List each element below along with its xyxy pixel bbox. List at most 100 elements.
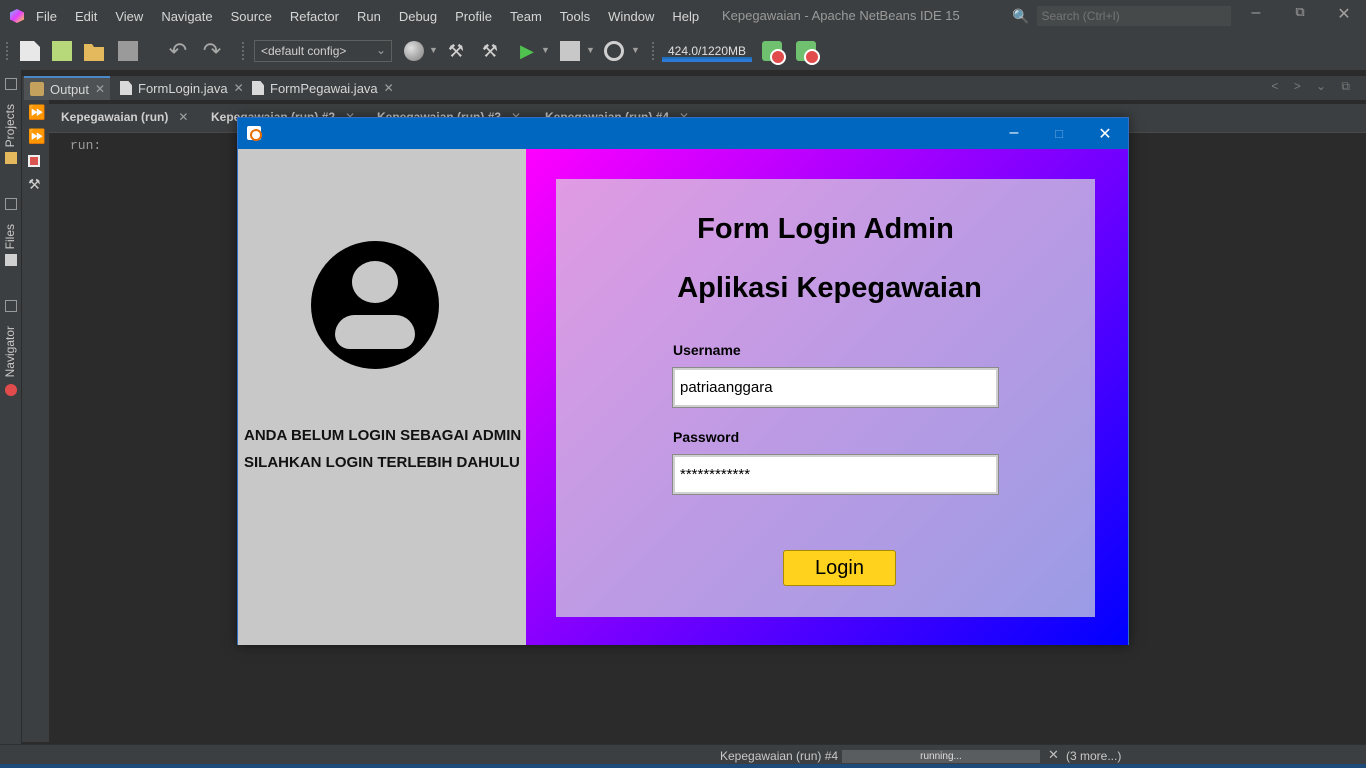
tab-output[interactable]: Output ✕ <box>24 76 110 100</box>
stop-icon[interactable] <box>28 155 40 167</box>
build-hammer-icon[interactable]: ⚒ <box>446 41 466 61</box>
username-field[interactable] <box>672 367 999 408</box>
new-file-icon[interactable] <box>20 41 40 61</box>
login-card: Form Login Admin Aplikasi Kepegawaian Us… <box>556 179 1095 617</box>
menu-view[interactable]: View <box>115 9 143 24</box>
user-avatar-icon <box>311 241 439 369</box>
more-tasks-link[interactable]: (3 more...) <box>1066 749 1121 763</box>
toolbar-separator <box>652 42 654 60</box>
menu-tools[interactable]: Tools <box>560 9 590 24</box>
run-icon[interactable]: ▶ <box>520 41 540 61</box>
minimize-group-icon[interactable] <box>5 198 17 210</box>
login-window: – □ ✕ ANDA BELUM LOGIN SEBAGAI ADMIN SIL… <box>237 117 1129 645</box>
config-select[interactable]: <default config> ⌄ <box>254 40 392 62</box>
editor-tab-bar: Output ✕ FormLogin.java ✕ FormPegawai.ja… <box>22 76 1366 100</box>
password-field[interactable] <box>672 454 999 495</box>
left-side-stripe: Projects Files Navigator <box>0 70 22 768</box>
login-panel: Form Login Admin Aplikasi Kepegawaian Us… <box>526 149 1128 645</box>
files-icon <box>5 254 17 266</box>
form-title: Form Login Admin <box>697 213 954 245</box>
menu-refactor[interactable]: Refactor <box>290 9 339 24</box>
window-close-button[interactable]: ✕ <box>1085 124 1125 144</box>
gc-icon[interactable] <box>796 41 820 65</box>
clean-build-icon[interactable]: ⚒ <box>480 41 500 61</box>
close-button[interactable]: ✕ <box>1329 4 1359 24</box>
menu-team[interactable]: Team <box>510 9 542 24</box>
tab-nav-arrows[interactable]: < > ⌄ ⧉ <box>1271 79 1356 94</box>
rerun-with-args-icon[interactable]: ⏩ <box>28 128 45 145</box>
menu-edit[interactable]: Edit <box>75 9 97 24</box>
minimize-group-icon[interactable] <box>5 300 17 312</box>
menu-profile[interactable]: Profile <box>455 9 492 24</box>
menu-help[interactable]: Help <box>672 9 699 24</box>
password-label: Password <box>673 429 740 445</box>
ide-titlebar: File Edit View Navigate Source Refactor … <box>0 0 1366 32</box>
undo-icon[interactable]: ↶ <box>168 40 188 62</box>
window-title: Kepegawaian - Apache NetBeans IDE 15 <box>722 8 960 23</box>
window-minimize-button[interactable]: – <box>994 124 1034 142</box>
close-icon[interactable]: ✕ <box>384 81 394 95</box>
search-box: 🔍 <box>1012 6 1232 26</box>
tab-formlogin[interactable]: FormLogin.java ✕ <box>114 76 244 100</box>
redo-icon[interactable]: ↷ <box>202 40 222 62</box>
close-icon[interactable]: ✕ <box>178 110 188 124</box>
minimize-group-icon[interactable] <box>5 78 17 90</box>
settings-icon[interactable]: ⚒ <box>28 176 41 193</box>
status-panel: ANDA BELUM LOGIN SEBAGAI ADMIN SILAHKAN … <box>238 149 526 645</box>
main-toolbar: ↶ ↷ <default config> ⌄ ▼ ⚒ ⚒ ▶ ▼ ▼ ▼ 424… <box>0 32 1366 70</box>
avatar-body <box>335 315 415 349</box>
output-actions: ⏩ ⏩ ⚒ <box>22 100 49 742</box>
projects-icon <box>5 152 17 164</box>
close-icon[interactable]: ✕ <box>234 81 244 95</box>
debug-icon[interactable] <box>560 41 580 61</box>
login-button[interactable]: Login <box>783 550 896 586</box>
menu-run[interactable]: Run <box>357 9 381 24</box>
status-bottom-strip <box>0 764 1366 768</box>
close-icon[interactable]: ✕ <box>95 82 105 96</box>
minimize-button[interactable]: – <box>1241 4 1271 22</box>
tab-formlogin-label: FormLogin.java <box>138 80 228 96</box>
cancel-task-icon[interactable]: ✕ <box>1048 747 1059 763</box>
side-tab-projects[interactable]: Projects <box>3 104 17 147</box>
java-file-icon <box>120 81 132 95</box>
avatar-head <box>352 261 398 303</box>
gc-icon[interactable] <box>762 41 786 65</box>
caret-down-icon[interactable]: ▼ <box>631 45 640 55</box>
menu-bar: File Edit View Navigate Source Refactor … <box>36 9 717 24</box>
profile-icon[interactable] <box>604 41 624 61</box>
run-tab-1[interactable]: Kepegawaian (run) ✕ <box>61 110 188 124</box>
save-all-icon[interactable] <box>118 41 138 61</box>
tab-formpegawai[interactable]: FormPegawai.java ✕ <box>246 76 394 100</box>
config-value: <default config> <box>261 44 347 58</box>
form-subtitle: Aplikasi Kepegawaian <box>677 272 982 304</box>
search-input[interactable] <box>1037 6 1232 26</box>
not-logged-in-message: ANDA BELUM LOGIN SEBAGAI ADMIN <box>244 427 522 444</box>
browser-globe-icon[interactable] <box>404 41 424 61</box>
side-tab-files[interactable]: Files <box>3 224 17 249</box>
caret-down-icon[interactable]: ▼ <box>586 45 595 55</box>
menu-source[interactable]: Source <box>231 9 272 24</box>
menu-debug[interactable]: Debug <box>399 9 437 24</box>
window-maximize-button[interactable]: □ <box>1039 126 1079 141</box>
status-task-name: Kepegawaian (run) #4 <box>720 749 839 763</box>
rerun-icon[interactable]: ⏩ <box>28 104 45 121</box>
toolbar-separator <box>242 42 244 60</box>
console-line: run: <box>70 138 102 153</box>
new-project-icon[interactable] <box>52 41 72 61</box>
tab-output-label: Output <box>50 81 90 97</box>
please-login-message: SILAHKAN LOGIN TERLEBIH DAHULU <box>244 454 520 471</box>
search-icon: 🔍 <box>1012 7 1030 24</box>
caret-down-icon[interactable]: ▼ <box>429 45 438 55</box>
restore-button[interactable]: ⧉ <box>1285 4 1315 20</box>
menu-file[interactable]: File <box>36 9 57 24</box>
menu-navigate[interactable]: Navigate <box>161 9 212 24</box>
chevron-down-icon: ⌄ <box>375 43 386 57</box>
caret-down-icon[interactable]: ▼ <box>541 45 550 55</box>
side-tab-navigator[interactable]: Navigator <box>3 326 17 377</box>
memory-indicator[interactable]: 424.0/1220MB <box>662 40 752 62</box>
open-project-icon[interactable] <box>84 44 104 61</box>
toolbar-grip <box>6 42 8 60</box>
java-file-icon <box>252 81 264 95</box>
menu-window[interactable]: Window <box>608 9 654 24</box>
login-window-titlebar[interactable]: – □ ✕ <box>238 118 1128 149</box>
